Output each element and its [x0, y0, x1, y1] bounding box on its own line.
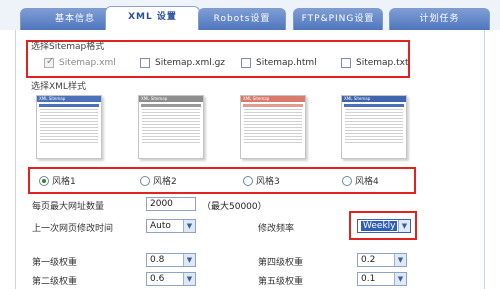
- chevron-down-icon: ▼: [398, 220, 410, 232]
- sitemap-format-title: 选择Sitemap格式: [31, 42, 105, 52]
- preview-header: XML Sitemap: [139, 96, 203, 102]
- level2-weight-label: 第二级权重: [32, 277, 78, 287]
- checkbox-sitemap-xml-gz[interactable]: Sitemap.xml.gz: [140, 58, 225, 68]
- checkbox-box: [140, 58, 150, 68]
- level1-weight-label: 第一级权重: [32, 258, 78, 268]
- radio-dot: [243, 175, 253, 186]
- level5-weight-label: 第五级权重: [258, 277, 304, 287]
- checkbox-box: [341, 58, 351, 68]
- checkbox-label: Sitemap.xml.gz: [155, 58, 226, 68]
- chevron-down-icon: ▼: [183, 254, 195, 266]
- radio-style-4[interactable]: 风格4: [342, 174, 379, 187]
- preview-header: XML Sitemap: [37, 96, 101, 102]
- style-preview-4[interactable]: XML Sitemap: [341, 95, 407, 159]
- level2-weight-select[interactable]: 0.6 ▼: [146, 272, 196, 286]
- preview-bar: [344, 104, 404, 107]
- preview-header: XML Sitemap: [241, 96, 305, 102]
- max-urls-hint: （最大50000）: [202, 202, 267, 212]
- max-urls-label: 每页最大网址数量: [32, 202, 105, 212]
- level4-weight-select[interactable]: 0.2 ▼: [357, 253, 407, 267]
- checkbox-box: ✓: [44, 56, 55, 68]
- select-value: 0.8: [150, 255, 165, 265]
- change-frequency-select[interactable]: Weekly ▼: [357, 219, 411, 233]
- checkbox-box: [241, 58, 251, 68]
- chevron-down-icon: ▼: [183, 273, 195, 285]
- tab-xml-settings[interactable]: XML 设置: [105, 6, 200, 31]
- radio-dot: [39, 175, 49, 186]
- checkbox-sitemap-txt[interactable]: Sitemap.txt: [341, 58, 409, 68]
- style-preview-2[interactable]: XML Sitemap: [138, 95, 204, 159]
- change-frequency-label: 修改频率: [258, 224, 295, 234]
- check-icon: ✓: [46, 56, 55, 67]
- radio-dot: [342, 175, 352, 186]
- preview-header: XML Sitemap: [342, 96, 406, 102]
- tab-robots-settings[interactable]: Robots设置: [198, 8, 286, 30]
- radio-dot: [140, 175, 150, 186]
- preview-bar: [141, 104, 201, 107]
- preview-bar: [39, 104, 99, 107]
- select-value: 0.2: [361, 255, 376, 265]
- radio-style-3[interactable]: 风格3: [243, 174, 280, 187]
- radio-label: 风格4: [355, 177, 379, 187]
- max-urls-input[interactable]: 2000: [146, 197, 196, 211]
- radio-label: 风格3: [256, 177, 280, 187]
- level1-weight-select[interactable]: 0.8 ▼: [146, 253, 196, 267]
- level5-weight-select[interactable]: 0.1 ▼: [357, 272, 407, 286]
- style-preview-3[interactable]: XML Sitemap: [240, 95, 306, 159]
- radio-style-1[interactable]: 风格1: [39, 174, 76, 187]
- select-value: 0.1: [361, 274, 376, 284]
- select-value: Weekly: [361, 221, 398, 231]
- style-preview-1[interactable]: XML Sitemap: [36, 95, 102, 159]
- select-value: 0.6: [150, 274, 165, 284]
- checkbox-sitemap-xml[interactable]: ✓ Sitemap.xml: [44, 56, 116, 68]
- radio-label: 风格1: [52, 177, 76, 187]
- checkbox-sitemap-html[interactable]: Sitemap.html: [241, 58, 317, 68]
- level4-weight-label: 第四级权重: [258, 258, 304, 268]
- checkbox-label: Sitemap.txt: [356, 58, 409, 68]
- radio-style-2[interactable]: 风格2: [140, 174, 177, 187]
- checkbox-label: Sitemap.xml: [59, 58, 116, 68]
- tab-ftp-ping-settings[interactable]: FTP&PING设置: [293, 8, 383, 30]
- xml-style-title: 选择XML样式: [31, 82, 86, 92]
- chevron-down-icon: ▼: [183, 220, 195, 232]
- tab-scheduled-tasks[interactable]: 计划任务: [389, 8, 490, 30]
- chevron-down-icon: ▼: [394, 254, 406, 266]
- checkbox-label: Sitemap.html: [256, 58, 317, 68]
- last-modified-label: 上一次网页修改时间: [32, 224, 114, 234]
- tab-bar: 基本信息 XML 设置 Robots设置 FTP&PING设置 计划任务: [0, 0, 500, 31]
- radio-label: 风格2: [153, 177, 177, 187]
- select-value: Auto: [150, 221, 171, 231]
- last-modified-select[interactable]: Auto ▼: [146, 219, 196, 233]
- preview-bar: [243, 104, 303, 107]
- chevron-down-icon: ▼: [394, 273, 406, 285]
